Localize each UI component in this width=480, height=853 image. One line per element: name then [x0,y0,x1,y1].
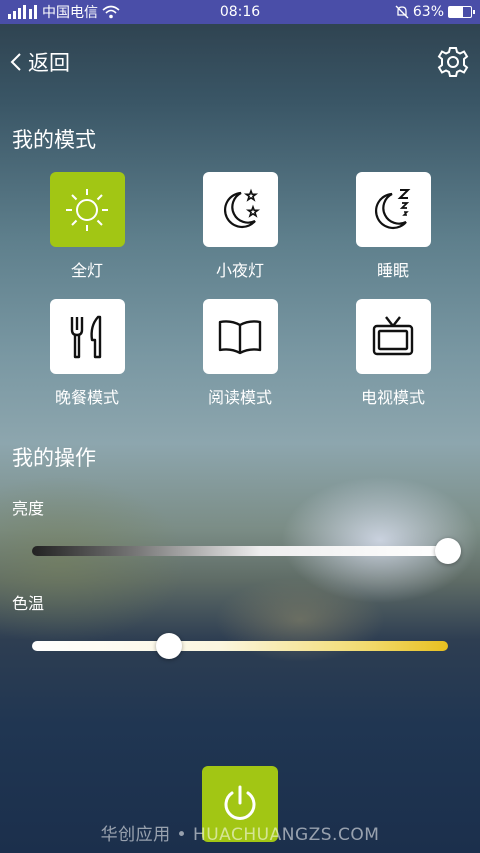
back-button[interactable]: 返回 [10,47,70,77]
wifi-icon [102,5,120,19]
mode-night-light[interactable]: 小夜灯 [164,172,317,281]
mode-label: 小夜灯 [215,261,264,280]
mode-reading[interactable]: 阅读模式 [164,299,317,408]
sun-icon [66,188,108,231]
mode-sleep[interactable]: 睡眠 [317,172,470,281]
watermark: 华创应用 • HUACHUANGZS.COM [100,825,380,845]
mode-all-light[interactable]: 全灯 [11,172,164,281]
color-temp-slider[interactable] [32,633,448,659]
moon-zzz-icon [375,188,411,229]
status-time: 08:16 [219,4,261,20]
book-icon [218,319,262,354]
fork-knife-icon [70,315,102,358]
battery-percent: 63% [412,4,444,20]
mode-dinner[interactable]: 晚餐模式 [11,299,164,408]
mute-bell-icon [395,5,409,19]
mode-tile [49,299,125,374]
status-right: 63% [395,4,475,20]
mode-label: 睡眠 [376,261,409,280]
status-left: 中国电信 [8,2,120,22]
brightness-slider-thumb[interactable] [435,538,461,564]
chevron-left-icon [10,53,21,71]
mode-label: 晚餐模式 [54,388,119,407]
mode-tile [355,299,431,374]
color-temp-label: 色温 [12,594,45,613]
carrier-name: 中国电信 [42,5,98,21]
battery-icon [448,6,475,18]
tv-icon [372,315,414,355]
mode-label: 电视模式 [360,388,425,407]
top-bar: 返回 [0,40,480,84]
mode-tv[interactable]: 电视模式 [317,299,470,408]
mode-tile [355,172,431,247]
mode-grid: 全灯 小夜灯 睡眠 晚餐模式 阅读模式 电视模式 [0,172,480,408]
brightness-label: 亮度 [12,499,45,518]
mode-tile [202,172,278,247]
mode-label: 全灯 [70,261,103,280]
moon-stars-icon [224,188,261,228]
modes-title: 我的模式 [12,128,96,152]
mode-tile [202,299,278,374]
mode-tile [49,172,125,247]
color-temp-slider-thumb[interactable] [156,633,183,659]
gear-icon[interactable] [436,45,470,79]
back-label: 返回 [28,51,70,75]
battery-fill [449,7,463,17]
mode-label: 阅读模式 [207,388,272,407]
ops-title: 我的操作 [12,446,96,470]
status-bar: 中国电信 08:16 63% [0,0,480,24]
brightness-slider[interactable] [32,538,461,564]
signal-icon [8,5,37,19]
